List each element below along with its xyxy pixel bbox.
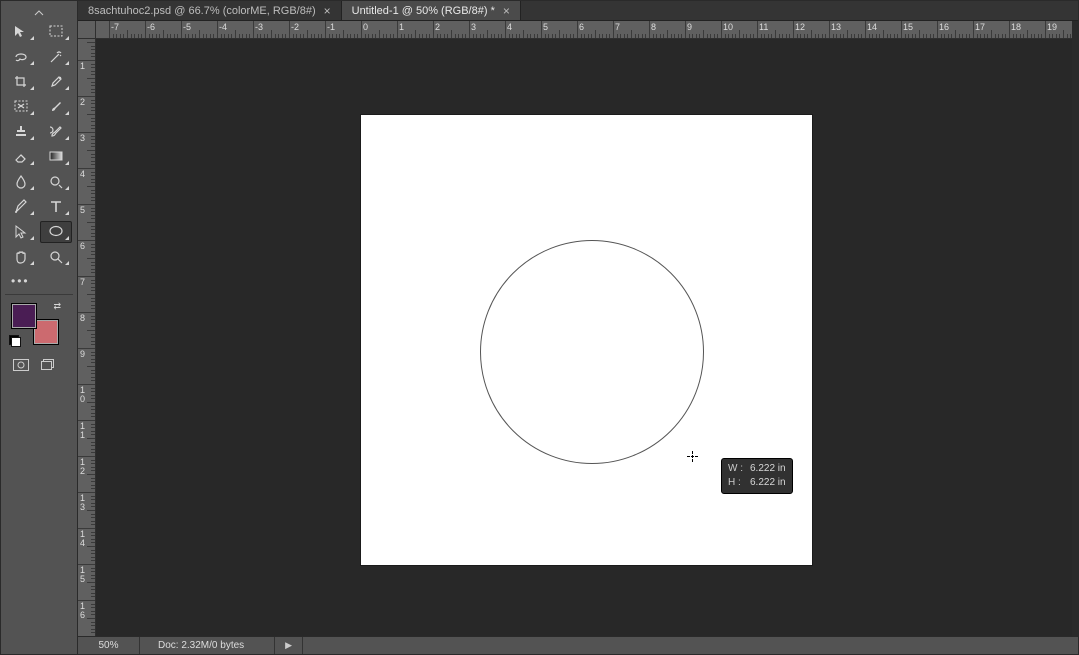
default-colors-icon[interactable] xyxy=(9,335,21,347)
eraser-icon xyxy=(12,148,30,167)
screenmode-icon[interactable] xyxy=(41,359,57,374)
fg-color-swatch[interactable] xyxy=(11,303,37,329)
dodge-icon xyxy=(47,173,65,192)
document-tab[interactable]: 8sachtuhoc2.psd @ 66.7% (colorME, RGB/8#… xyxy=(78,1,342,20)
dim-h-label: H : xyxy=(728,476,744,490)
lasso-tool[interactable] xyxy=(5,46,37,68)
doc-info[interactable]: Doc: 2.32M/0 bytes xyxy=(140,637,275,654)
tool-panel: ••• ⇄ xyxy=(1,1,78,654)
tab-label: Untitled-1 @ 50% (RGB/8#) * xyxy=(352,5,495,17)
ellipse-shape-tool[interactable] xyxy=(40,221,72,243)
right-edge xyxy=(1072,21,1078,636)
lasso-icon xyxy=(12,48,30,67)
ruler-vertical[interactable]: 0123456789101112131415161718 xyxy=(78,39,96,636)
doc-info-label: Doc: xyxy=(158,640,179,651)
color-swatches[interactable]: ⇄ xyxy=(11,303,59,345)
path-select-tool[interactable] xyxy=(5,221,37,243)
move-icon xyxy=(12,23,30,42)
dim-w-value: 6.222 in xyxy=(750,462,786,476)
status-bar: 50% Doc: 2.32M/0 bytes ▶ xyxy=(78,636,1078,654)
tool-overflow-icon[interactable]: ••• xyxy=(5,274,73,288)
history-brush-icon xyxy=(47,123,65,142)
clone-stamp-icon xyxy=(12,123,30,142)
type-icon xyxy=(47,198,65,217)
workspace[interactable]: W : 6.222 in H : 6.222 in xyxy=(96,39,1078,636)
clone-stamp-tool[interactable] xyxy=(5,121,37,143)
rect-marquee-tool[interactable] xyxy=(40,21,72,43)
rect-marquee-icon xyxy=(47,23,65,42)
dimension-tooltip: W : 6.222 in H : 6.222 in xyxy=(721,458,793,494)
eyedropper-tool[interactable] xyxy=(40,71,72,93)
crop-icon xyxy=(12,73,30,92)
zoom-value: 50% xyxy=(98,640,118,651)
pen-tool[interactable] xyxy=(5,196,37,218)
hand-icon xyxy=(12,248,30,267)
type-tool[interactable] xyxy=(40,196,72,218)
zoom-field[interactable]: 50% xyxy=(78,637,140,654)
document-tab-bar: 8sachtuhoc2.psd @ 66.7% (colorME, RGB/8#… xyxy=(78,1,1078,21)
dim-h-value: 6.222 in xyxy=(750,476,786,490)
history-brush-tool[interactable] xyxy=(40,121,72,143)
divider xyxy=(5,294,73,295)
dodge-tool[interactable] xyxy=(40,171,72,193)
close-icon[interactable]: × xyxy=(324,5,331,17)
path-select-icon xyxy=(12,223,30,242)
brush-tool[interactable] xyxy=(40,96,72,118)
canvas-area: -7-6-5-4-3-2-101234567891011121314151617… xyxy=(78,21,1078,636)
status-disclosure-icon[interactable]: ▶ xyxy=(275,637,303,654)
zoom-icon xyxy=(47,248,65,267)
cursor-crosshair-icon xyxy=(687,451,698,462)
move-tool[interactable] xyxy=(5,21,37,43)
crop-tool[interactable] xyxy=(5,71,37,93)
tab-label: 8sachtuhoc2.psd @ 66.7% (colorME, RGB/8#… xyxy=(88,5,316,17)
spot-heal-tool[interactable] xyxy=(5,96,37,118)
dim-w-label: W : xyxy=(728,462,744,476)
ruler-origin[interactable] xyxy=(78,21,96,39)
ruler-horizontal[interactable]: -7-6-5-4-3-2-101234567891011121314151617… xyxy=(96,21,1078,39)
zoom-tool[interactable] xyxy=(40,246,72,268)
quick-select-tool[interactable] xyxy=(40,46,72,68)
swap-colors-icon[interactable]: ⇄ xyxy=(53,301,61,312)
document-tab[interactable]: Untitled-1 @ 50% (RGB/8#) * × xyxy=(342,1,521,20)
quickmask-icon[interactable] xyxy=(13,359,29,374)
tool-panel-grip[interactable] xyxy=(5,5,73,17)
blur-icon xyxy=(12,173,30,192)
eraser-tool[interactable] xyxy=(5,146,37,168)
brush-icon xyxy=(47,98,65,117)
quick-select-icon xyxy=(47,48,65,67)
ellipse-shape-icon xyxy=(47,223,65,242)
doc-info-value: 2.32M/0 bytes xyxy=(181,640,244,651)
pen-icon xyxy=(12,198,30,217)
hand-tool[interactable] xyxy=(5,246,37,268)
eyedropper-icon xyxy=(47,73,65,92)
gradient-icon xyxy=(47,148,65,167)
gradient-tool[interactable] xyxy=(40,146,72,168)
close-icon[interactable]: × xyxy=(503,5,510,17)
spot-heal-icon xyxy=(12,98,30,117)
ellipse-shape[interactable] xyxy=(480,240,704,464)
blur-tool[interactable] xyxy=(5,171,37,193)
